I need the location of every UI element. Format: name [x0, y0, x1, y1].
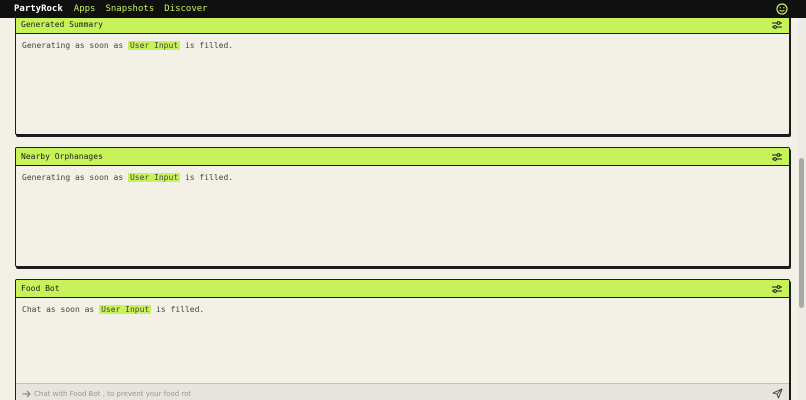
nav-link-snapshots[interactable]: Snapshots	[105, 4, 154, 14]
app-canvas: Generated Summary Generating as soon as …	[0, 18, 798, 400]
widget-title: Nearby Orphanages	[21, 152, 103, 161]
sliders-icon[interactable]	[771, 152, 783, 162]
input-reference-tag: User Input	[99, 305, 152, 314]
widget-generated-summary: Generated Summary Generating as soon as …	[15, 18, 790, 135]
input-reference-tag: User Input	[127, 41, 181, 50]
scrollbar-thumb[interactable]	[799, 158, 804, 308]
widget-title: Food Bot	[21, 284, 60, 293]
widget-title: Generated Summary	[21, 20, 103, 29]
smiley-icon[interactable]	[776, 3, 788, 15]
chat-input[interactable]	[34, 389, 772, 398]
widget-food-bot: Food Bot Chat as soon as User Input is f…	[15, 279, 790, 400]
sliders-icon[interactable]	[771, 284, 783, 294]
input-reference-tag: User Input	[127, 173, 181, 182]
nav-link-apps[interactable]: Apps	[74, 4, 96, 14]
chat-input-bar	[16, 383, 789, 400]
widget-header: Nearby Orphanages	[16, 148, 789, 166]
widget-status-text: Generating as soon as User Input is fill…	[22, 41, 234, 50]
widget-nearby-orphanages: Nearby Orphanages Generating as soon as …	[15, 147, 790, 267]
widget-status-text: Chat as soon as User Input is filled.	[22, 305, 205, 314]
arrow-right-icon	[22, 390, 31, 397]
nav-link-discover[interactable]: Discover	[164, 4, 207, 14]
widget-header: Food Bot	[16, 280, 789, 298]
send-icon[interactable]	[772, 388, 783, 399]
brand-logo[interactable]: PartyRock	[14, 4, 63, 14]
vertical-scrollbar[interactable]	[798, 18, 806, 400]
widget-status-text: Generating as soon as User Input is fill…	[22, 173, 234, 182]
top-navigation-bar: PartyRock Apps Snapshots Discover	[0, 0, 806, 18]
widget-header: Generated Summary	[16, 18, 789, 34]
sliders-icon[interactable]	[771, 20, 783, 30]
